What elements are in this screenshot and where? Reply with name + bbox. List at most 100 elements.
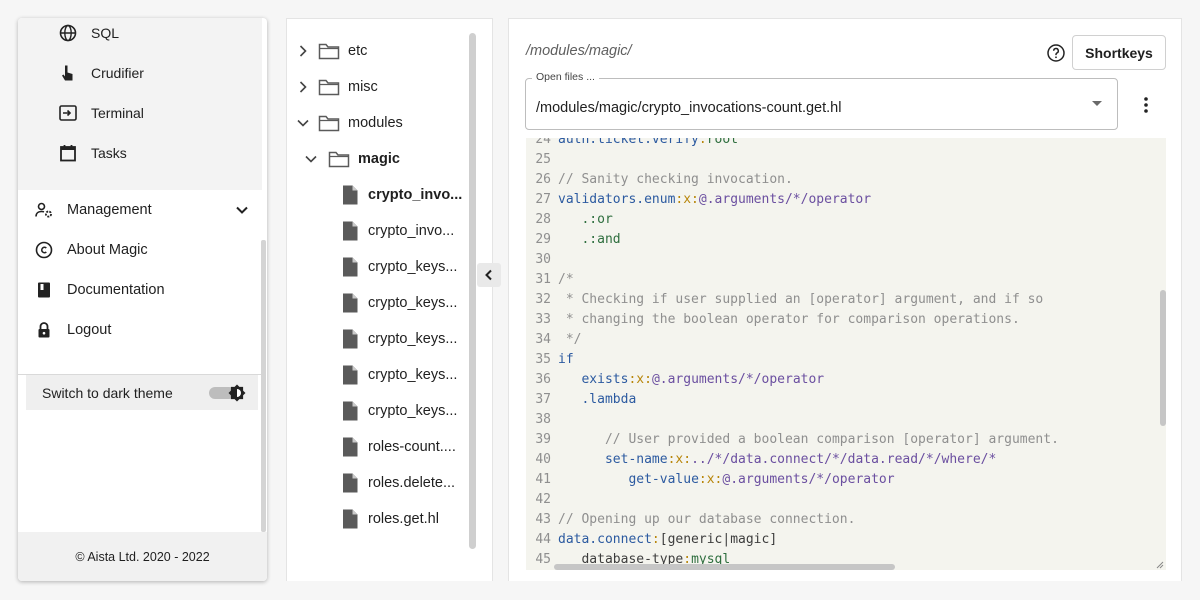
code-line: 26 // Sanity checking invocation.	[526, 172, 1166, 192]
line-number: 40	[535, 452, 551, 467]
chevron-right-icon[interactable]	[295, 43, 311, 59]
code-text: validators.enum:x:@.arguments/*/operator	[558, 192, 871, 207]
code-text: auth.ticket.verify:root	[558, 138, 738, 147]
code-line: 35 if	[526, 352, 1166, 372]
code-vertical-scrollbar[interactable]	[1160, 290, 1166, 426]
code-line: 34 */	[526, 332, 1166, 352]
resize-handle-icon[interactable]	[1156, 561, 1164, 569]
tree-file[interactable]: crypto_keys...	[0, 321, 465, 357]
code-text: set-name:x:../*/data.connect/*/data.read…	[558, 452, 996, 467]
code-token: validators.enum	[558, 192, 676, 207]
code-line: 27 validators.enum:x:@.arguments/*/operat…	[526, 192, 1166, 212]
collapse-tree-button[interactable]	[477, 263, 501, 287]
code-token: @.arguments/*/operator	[698, 192, 872, 207]
code-token: [generic|magic]	[659, 532, 778, 547]
tree-file[interactable]: roles.delete...	[0, 465, 465, 501]
tree-folder[interactable]: magic	[0, 141, 465, 177]
code-token: * changing the boolean operator for comp…	[558, 312, 1020, 327]
line-number: 36	[535, 372, 551, 387]
tree-folder[interactable]: misc	[0, 69, 465, 105]
code-text: data.connect:[generic|magic]	[558, 532, 777, 547]
open-files-select[interactable]: Open files ... /modules/magic/crypto_inv…	[525, 71, 1118, 130]
code-text: * Checking if user supplied an [operator…	[558, 292, 1043, 307]
help-icon[interactable]	[1046, 43, 1066, 63]
open-files-label: Open files ...	[532, 71, 599, 83]
code-line: 40 set-name:x:../*/data.connect/*/data.r…	[526, 452, 1166, 472]
tree-folder[interactable]: modules	[0, 105, 465, 141]
line-number: 24	[535, 138, 551, 147]
tree-item-label: modules	[348, 115, 403, 131]
code-text: /*	[558, 272, 574, 287]
tree-folder[interactable]: etc	[0, 33, 465, 69]
code-text: .lambda	[558, 392, 636, 407]
tree-file[interactable]: crypto_keys...	[0, 249, 465, 285]
file-icon	[343, 293, 358, 313]
tree-file[interactable]: crypto_keys...	[0, 357, 465, 393]
code-line: 28 .:or	[526, 212, 1166, 232]
file-icon	[343, 185, 358, 205]
code-line: 42	[526, 492, 1166, 512]
current-folder-path: /modules/magic/	[526, 43, 632, 59]
code-text: .:or	[558, 212, 612, 227]
code-token: :x:	[628, 372, 652, 387]
code-token: */	[558, 332, 582, 347]
line-number: 37	[535, 392, 551, 407]
line-number: 42	[535, 492, 551, 507]
line-number: 29	[535, 232, 551, 247]
more-vert-icon[interactable]	[1136, 95, 1156, 115]
chevron-right-icon[interactable]	[295, 79, 311, 95]
code-line: 33 * changing the boolean operator for c…	[526, 312, 1166, 332]
line-number: 41	[535, 472, 551, 487]
tree-file[interactable]: crypto_keys...	[0, 285, 465, 321]
code-token: if	[558, 352, 574, 367]
code-text: get-value:x:@.arguments/*/operator	[558, 472, 894, 487]
chevron-down-icon[interactable]	[295, 115, 311, 131]
code-text: // User provided a boolean comparison [o…	[558, 432, 1059, 447]
folder-icon	[328, 151, 350, 168]
code-token: auth.ticket.verify	[558, 138, 699, 147]
code-text: if	[558, 352, 574, 367]
tree-file[interactable]: crypto_keys...	[0, 393, 465, 429]
tree-item-label: crypto_keys...	[368, 403, 458, 419]
code-horizontal-scrollbar[interactable]	[554, 564, 895, 570]
chevron-down-icon[interactable]	[303, 151, 319, 167]
tree-item-label: roles-count....	[368, 439, 456, 455]
code-line: 30	[526, 252, 1166, 272]
file-icon	[343, 401, 358, 421]
tree-item-label: crypto_keys...	[368, 295, 458, 311]
line-number: 27	[535, 192, 551, 207]
tree-file[interactable]: roles.get.hl	[0, 501, 465, 537]
file-tree-scrollbar[interactable]	[469, 33, 476, 549]
code-token: * Checking if user supplied an [operator…	[558, 292, 1044, 307]
code-token: // Sanity checking invocation.	[558, 172, 793, 187]
code-text: */	[558, 332, 582, 347]
tree-item-label: crypto_invo...	[368, 187, 463, 203]
folder-icon	[318, 79, 340, 96]
tree-item-label: crypto_invo...	[368, 223, 455, 239]
tree-file[interactable]: crypto_invo...	[0, 213, 465, 249]
code-line: 32 * Checking if user supplied an [opera…	[526, 292, 1166, 312]
tree-item-label: crypto_keys...	[368, 367, 458, 383]
code-editor[interactable]: 24 auth.ticket.verify:root 25 26// Sanity c…	[526, 138, 1166, 570]
line-number: 30	[535, 252, 551, 267]
tree-file[interactable]: crypto_invo...	[0, 177, 465, 213]
tree-file[interactable]: roles-count....	[0, 429, 465, 465]
code-token: :	[651, 532, 660, 547]
code-line: 39 // User provided a boolean comparison…	[526, 432, 1166, 452]
tree-item-label: roles.get.hl	[368, 511, 439, 527]
code-token: exists	[581, 372, 629, 387]
tree-item-label: misc	[348, 79, 378, 95]
code-token: :	[698, 138, 707, 147]
shortkeys-button[interactable]: Shortkeys	[1072, 35, 1166, 70]
code-token: ../*/data.connect/*/data.read/*/where/*	[691, 452, 997, 467]
line-number: 38	[535, 412, 551, 427]
file-icon	[343, 329, 358, 349]
line-number: 33	[535, 312, 551, 327]
code-token: get-value	[628, 472, 699, 487]
line-number: 26	[535, 172, 551, 187]
